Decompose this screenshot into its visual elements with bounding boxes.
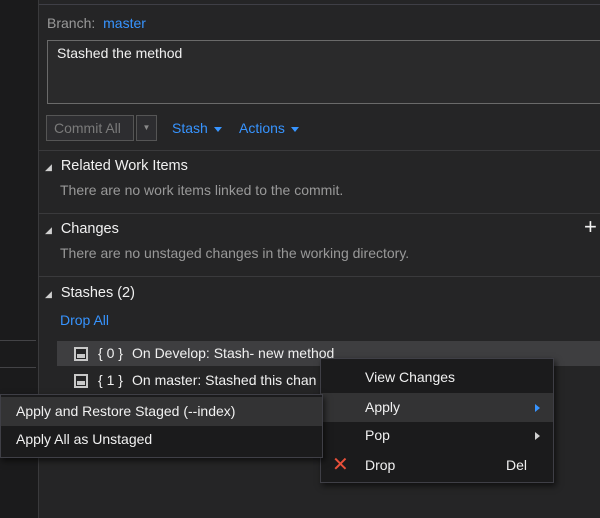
submenu-item-apply-all-unstaged[interactable]: Apply All as Unstaged (1, 425, 322, 454)
top-divider (39, 4, 600, 5)
stash-index: { 0 } (98, 345, 123, 361)
commit-message-input[interactable]: Stashed the method (47, 40, 600, 104)
chevron-down-icon (213, 126, 222, 132)
section-divider (39, 213, 600, 214)
menu-item-drop[interactable]: ✕ Drop Del (321, 451, 553, 480)
commit-all-button[interactable]: Commit All (46, 115, 134, 141)
commit-dropdown-button[interactable]: ▼ (136, 115, 157, 141)
menu-item-label: Apply (365, 399, 401, 415)
drop-all-link[interactable]: Drop All (60, 312, 109, 328)
menu-item-label: Apply All as Unstaged (16, 431, 153, 447)
stash-menu-button[interactable]: Stash (172, 120, 222, 136)
collapse-triangle-icon: ◢ (45, 289, 52, 299)
stash-index: { 1 } (98, 372, 123, 388)
chevron-down-icon (290, 126, 299, 132)
collapse-triangle-icon: ◢ (45, 162, 52, 172)
section-title: Related Work Items (60, 158, 188, 174)
menu-item-apply[interactable]: Apply (321, 393, 553, 422)
menu-item-view-changes[interactable]: View Changes (321, 363, 553, 392)
section-title: Changes (60, 221, 119, 237)
plus-icon[interactable]: + (584, 214, 597, 240)
stash-icon (74, 347, 88, 361)
changes-empty-text: There are no unstaged changes in the wor… (60, 245, 410, 261)
menu-item-label: Apply and Restore Staged (--index) (16, 403, 236, 419)
apply-submenu: Apply and Restore Staged (--index) Apply… (0, 394, 323, 458)
stashes-header[interactable]: ◢ Stashes (2) (45, 284, 135, 301)
submenu-item-apply-restore-staged[interactable]: Apply and Restore Staged (--index) (1, 397, 322, 426)
section-divider (39, 150, 600, 151)
branch-name-link[interactable]: master (103, 15, 146, 31)
stash-description: On master: Stashed this chan (132, 372, 317, 388)
menu-item-label: Pop (365, 427, 390, 443)
left-panel-divider (0, 340, 36, 368)
stash-label: Stash (172, 120, 208, 136)
menu-item-label: View Changes (365, 369, 456, 385)
section-divider (39, 276, 600, 277)
changes-header[interactable]: ◢ Changes (45, 220, 119, 237)
actions-label: Actions (239, 120, 285, 136)
branch-label: Branch: (47, 15, 96, 31)
stash-list-item[interactable]: { 1 } On master: Stashed this chan (74, 371, 320, 391)
chevron-down-icon: ▼ (142, 123, 151, 132)
branch-row: Branch: master (47, 15, 146, 31)
stash-context-menu: View Changes Apply Pop ✕ Drop Del (320, 358, 554, 483)
collapse-triangle-icon: ◢ (45, 225, 52, 235)
stash-icon (74, 374, 88, 388)
related-work-items-empty-text: There are no work items linked to the co… (60, 182, 344, 198)
stash-description: On Develop: Stash- new method (132, 345, 335, 361)
submenu-arrow-icon (535, 404, 540, 412)
section-title: Stashes (2) (60, 285, 135, 301)
related-work-items-header[interactable]: ◢ Related Work Items (45, 157, 188, 174)
x-icon: ✕ (332, 454, 349, 476)
menu-item-shortcut: Del (506, 457, 528, 473)
actions-menu-button[interactable]: Actions (239, 120, 299, 136)
menu-item-label: Drop (365, 457, 396, 473)
menu-item-pop[interactable]: Pop (321, 421, 553, 450)
submenu-arrow-icon (535, 432, 540, 440)
